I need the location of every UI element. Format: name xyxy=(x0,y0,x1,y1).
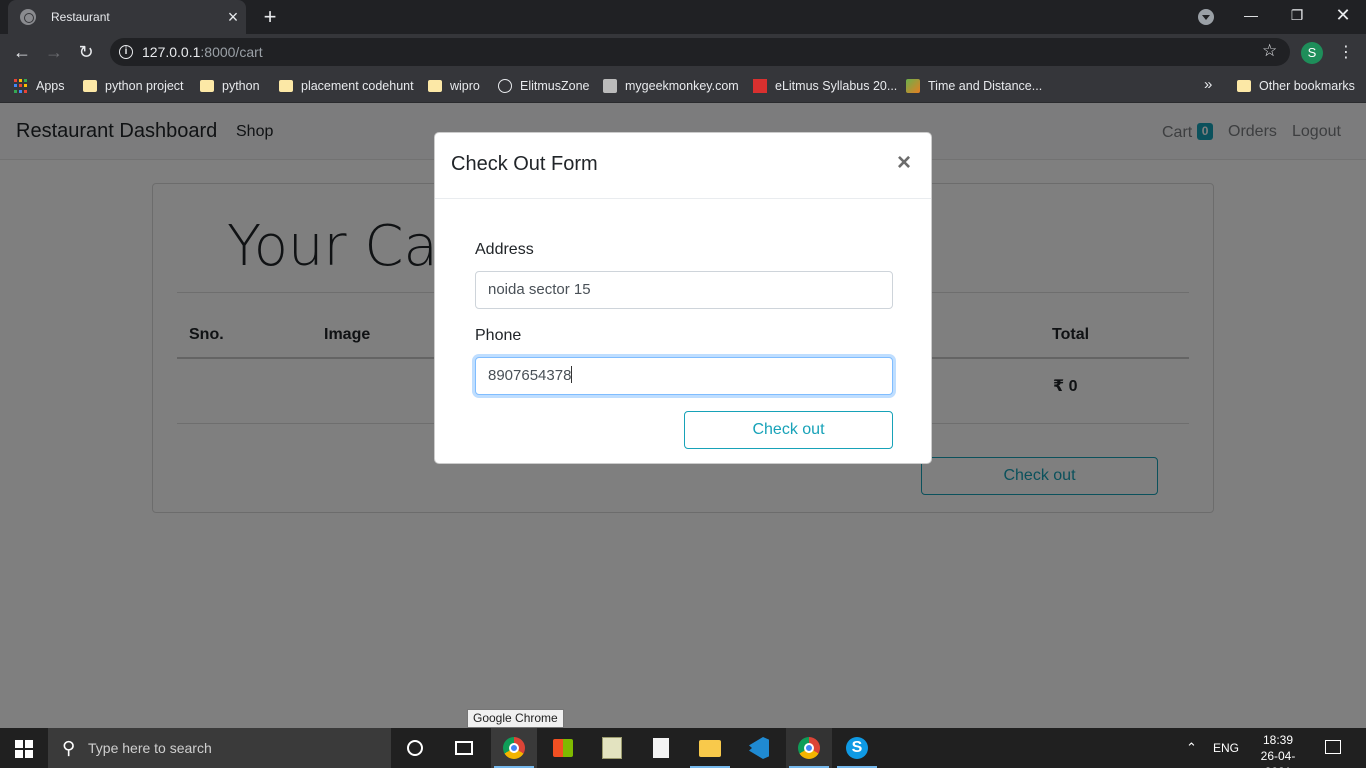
taskbar-chrome[interactable] xyxy=(491,728,537,768)
taskbar-store[interactable] xyxy=(540,728,586,768)
more-bookmarks-chevron-icon[interactable]: » xyxy=(1204,76,1212,93)
folder-icon xyxy=(279,80,293,92)
vscode-icon xyxy=(749,737,769,759)
spreadsheet-icon xyxy=(602,737,622,759)
bookmark-time-distance[interactable]: Time and Distance... xyxy=(906,76,1042,96)
profile-avatar[interactable]: S xyxy=(1301,42,1323,64)
checkout-modal: Check Out Form × Address noida sector 15… xyxy=(434,132,932,464)
bookmark-label: wipro xyxy=(450,79,480,93)
file-explorer-icon xyxy=(699,739,721,757)
text-caret xyxy=(571,366,573,383)
windows-start-icon[interactable] xyxy=(15,740,33,758)
bookmark-label: placement codehunt xyxy=(301,79,414,93)
folder-icon xyxy=(200,80,214,92)
folder-icon xyxy=(83,80,97,92)
close-tab-icon[interactable]: × xyxy=(220,7,246,27)
cortana-button[interactable] xyxy=(392,728,438,768)
bookmark-wipro[interactable]: wipro xyxy=(428,76,480,96)
bookmark-label: ElitmusZone xyxy=(520,79,590,93)
chrome-icon xyxy=(503,737,525,759)
clock-date: 26-04-2021 xyxy=(1260,749,1296,768)
url-text[interactable]: 127.0.0.1:8000/cart xyxy=(142,44,263,60)
bookmark-apps[interactable]: Apps xyxy=(14,76,65,96)
minimize-button[interactable]: — xyxy=(1228,0,1274,32)
phone-value: 8907654378 xyxy=(488,367,572,384)
globe-icon xyxy=(498,79,512,93)
bookmark-label: eLitmus Syllabus 20... xyxy=(775,79,898,93)
taskbar-file[interactable] xyxy=(638,728,684,768)
url-path: :8000/cart xyxy=(200,44,263,60)
site-info-icon[interactable]: i xyxy=(119,45,133,59)
task-view-button[interactable] xyxy=(441,728,487,768)
time-distance-site-icon xyxy=(906,79,920,93)
taskbar-clock[interactable]: 18:39 26-04-2021 xyxy=(1254,732,1302,768)
apps-icon xyxy=(14,79,28,93)
modal-header: Check Out Form × xyxy=(435,133,931,199)
back-button[interactable]: ← xyxy=(10,40,34,64)
file-icon xyxy=(653,738,669,758)
elitmus-site-icon xyxy=(753,79,767,93)
bookmark-mygeekmonkey[interactable]: mygeekmonkey.com xyxy=(603,76,739,96)
show-hidden-icons-chevron-icon[interactable]: ⌃ xyxy=(1186,728,1197,768)
bookmark-python[interactable]: python xyxy=(200,76,260,96)
restore-button[interactable]: ❐ xyxy=(1274,0,1320,32)
globe-icon xyxy=(20,9,36,25)
windows-taskbar: ⚲ Type here to search S ⌃ ENG 18:39 26-0… xyxy=(0,728,1366,768)
phone-label: Phone xyxy=(475,327,522,344)
bookmark-star-icon[interactable]: ☆ xyxy=(1262,41,1277,61)
modal-checkout-button[interactable]: Check out xyxy=(684,411,893,449)
bookmark-label: mygeekmonkey.com xyxy=(625,79,739,93)
task-view-icon xyxy=(455,741,473,755)
bookmark-elitmus-syllabus[interactable]: eLitmus Syllabus 20... xyxy=(753,76,897,96)
taskbar-file-explorer[interactable] xyxy=(687,728,733,768)
store-icon xyxy=(553,739,573,757)
forward-button[interactable]: → xyxy=(42,40,66,64)
close-window-button[interactable]: ✕ xyxy=(1320,0,1366,32)
page-viewport: Restaurant Dashboard Shop Cart 0 Orders … xyxy=(0,103,1366,728)
skype-icon: S xyxy=(846,737,868,759)
bookmark-label: python xyxy=(222,79,260,93)
bookmark-elitmuszone[interactable]: ElitmusZone xyxy=(498,76,589,96)
chrome-profile-icon xyxy=(798,737,820,759)
address-value: noida sector 15 xyxy=(488,281,591,298)
reload-button[interactable]: ↻ xyxy=(74,40,98,64)
bookmark-label: Apps xyxy=(36,79,65,93)
taskbar-sheets-app[interactable] xyxy=(589,728,635,768)
taskbar-skype[interactable]: S xyxy=(834,728,880,768)
new-tab-button[interactable]: + xyxy=(258,6,282,28)
browser-menu-icon[interactable]: ⋮ xyxy=(1338,42,1354,64)
taskbar-vscode[interactable] xyxy=(736,728,782,768)
browser-tab[interactable]: Restaurant × xyxy=(8,0,246,34)
phone-field[interactable]: 8907654378 xyxy=(475,357,893,395)
url-host: 127.0.0.1 xyxy=(142,44,201,60)
close-icon[interactable]: × xyxy=(897,151,911,175)
bookmark-placement-codehunt[interactable]: placement codehunt xyxy=(279,76,414,96)
taskbar-search-box[interactable]: ⚲ Type here to search xyxy=(48,728,391,768)
modal-title: Check Out Form xyxy=(451,153,598,175)
folder-icon xyxy=(1237,80,1251,92)
address-label: Address xyxy=(475,241,534,258)
cortana-icon xyxy=(407,740,423,756)
other-bookmarks[interactable]: Other bookmarks xyxy=(1237,76,1355,96)
tab-title: Restaurant xyxy=(51,10,110,24)
taskbar-chrome-profile[interactable] xyxy=(786,728,832,768)
monkey-site-icon xyxy=(603,79,617,93)
address-bar[interactable]: i 127.0.0.1:8000/cart ☆ xyxy=(110,38,1290,66)
language-indicator[interactable]: ENG xyxy=(1213,728,1239,768)
clock-time: 18:39 xyxy=(1262,733,1294,747)
address-field[interactable]: noida sector 15 xyxy=(475,271,893,309)
bookmark-label: Other bookmarks xyxy=(1259,79,1355,93)
folder-icon xyxy=(428,80,442,92)
taskbar-tooltip: Google Chrome xyxy=(467,709,564,728)
bookmark-python-project[interactable]: python project xyxy=(83,76,184,96)
browser-toolbar: ← → ↻ i 127.0.0.1:8000/cart ☆ xyxy=(0,34,1366,70)
search-placeholder: Type here to search xyxy=(88,740,212,756)
search-icon: ⚲ xyxy=(62,738,76,758)
bookmark-label: python project xyxy=(105,79,184,93)
notification-center-icon[interactable] xyxy=(1325,740,1341,754)
bookmark-label: Time and Distance... xyxy=(928,79,1043,93)
tab-search-icon[interactable] xyxy=(1198,9,1214,25)
bookmarks-bar: Apps python project python placement cod… xyxy=(0,70,1366,103)
browser-tab-strip: Restaurant × + — ❐ ✕ xyxy=(0,0,1366,34)
